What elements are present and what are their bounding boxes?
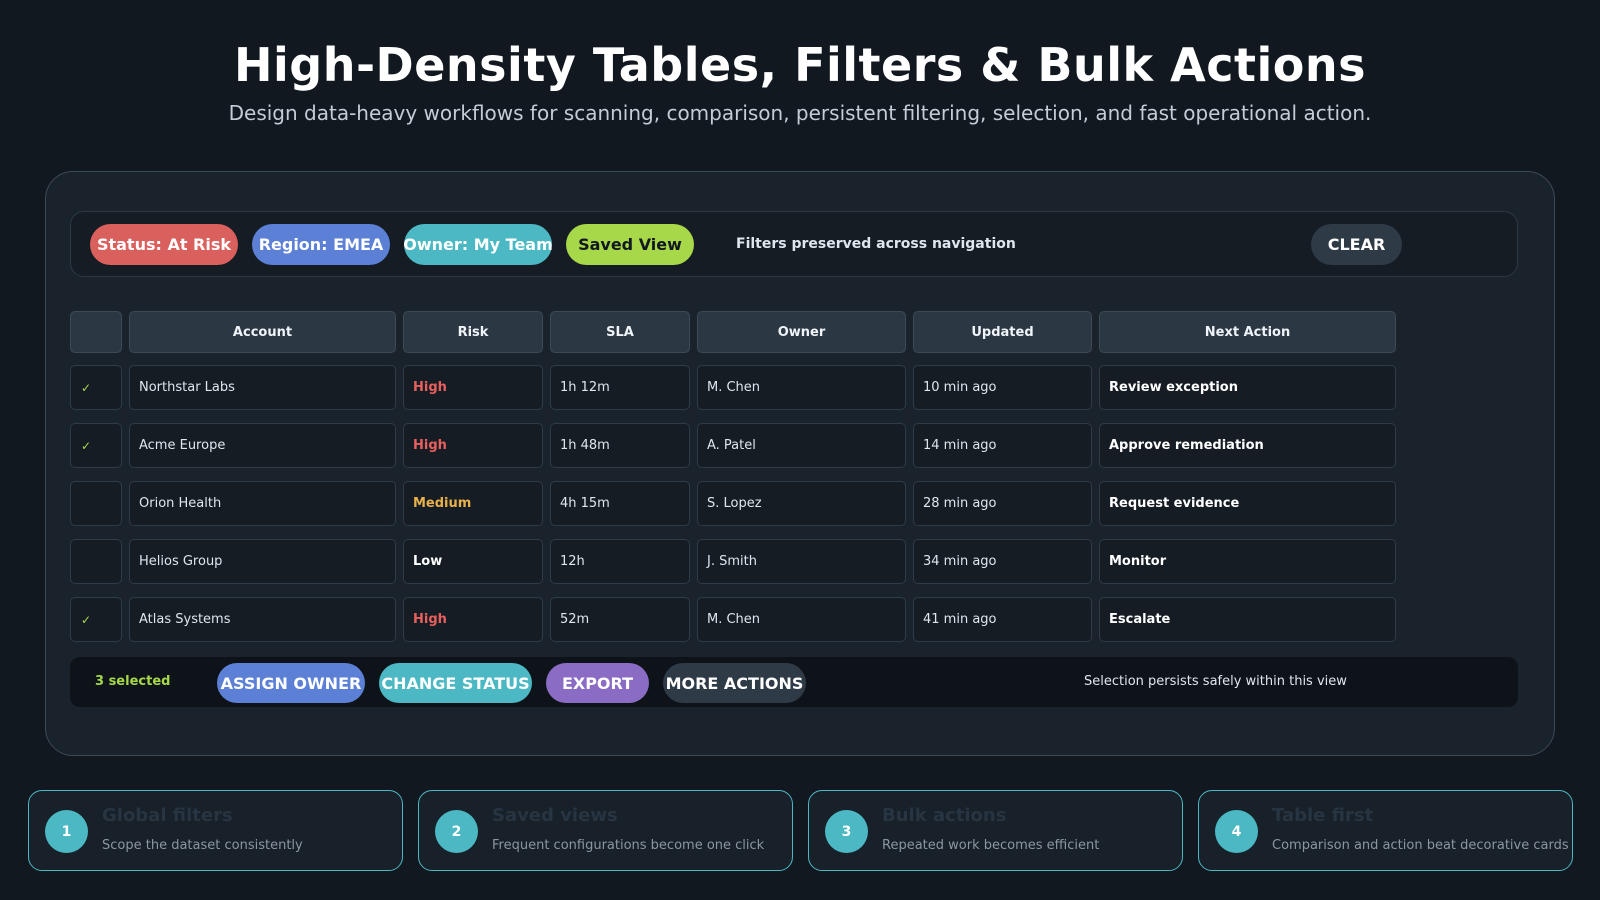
step-number: 3 xyxy=(825,810,868,853)
cell-account: Helios Group xyxy=(129,539,396,584)
filter-bar: Status: At Risk Region: EMEA Owner: My T… xyxy=(70,211,1518,277)
cell-account: Northstar Labs xyxy=(129,365,396,410)
cell-owner: M. Chen xyxy=(697,597,906,642)
select-all-checkbox[interactable] xyxy=(70,311,122,353)
selection-count: 3 selected xyxy=(95,674,171,689)
more-actions-button[interactable]: MORE ACTIONS xyxy=(663,663,806,703)
saved-view-chip[interactable]: Saved View xyxy=(566,224,694,265)
cell-owner: S. Lopez xyxy=(697,481,906,526)
cell-next-action[interactable]: Request evidence xyxy=(1099,481,1396,526)
cell-sla: 1h 12m xyxy=(550,365,690,410)
cell-risk: High xyxy=(403,597,543,642)
cell-account: Atlas Systems xyxy=(129,597,396,642)
cell-next-action[interactable]: Approve remediation xyxy=(1099,423,1396,468)
cell-updated: 34 min ago xyxy=(913,539,1092,584)
column-header-owner[interactable]: Owner xyxy=(697,311,906,353)
column-header-account[interactable]: Account xyxy=(129,311,396,353)
cell-sla: 4h 15m xyxy=(550,481,690,526)
cell-updated: 41 min ago xyxy=(913,597,1092,642)
step-description: Frequent configurations become one click xyxy=(492,838,765,853)
cell-owner: J. Smith xyxy=(697,539,906,584)
bulk-action-bar: 3 selected ASSIGN OWNER CHANGE STATUS EX… xyxy=(70,657,1518,707)
row-checkbox[interactable]: ✓ xyxy=(70,597,122,642)
column-header-updated[interactable]: Updated xyxy=(913,311,1092,353)
row-checkbox[interactable]: ✓ xyxy=(70,365,122,410)
cell-updated: 14 min ago xyxy=(913,423,1092,468)
assign-owner-button[interactable]: ASSIGN OWNER xyxy=(217,663,365,703)
step-card-saved-views: 2 Saved views Frequent configurations be… xyxy=(418,790,793,871)
cell-next-action[interactable]: Monitor xyxy=(1099,539,1396,584)
cell-sla: 1h 48m xyxy=(550,423,690,468)
cell-next-action[interactable]: Escalate xyxy=(1099,597,1396,642)
export-button[interactable]: EXPORT xyxy=(546,663,649,703)
step-card-global-filters: 1 Global filters Scope the dataset consi… xyxy=(28,790,403,871)
cell-risk: High xyxy=(403,365,543,410)
step-card-table-first: 4 Table first Comparison and action beat… xyxy=(1198,790,1573,871)
row-checkbox[interactable]: ✓ xyxy=(70,423,122,468)
cell-sla: 52m xyxy=(550,597,690,642)
step-number: 1 xyxy=(45,810,88,853)
cell-sla: 12h xyxy=(550,539,690,584)
change-status-button[interactable]: CHANGE STATUS xyxy=(379,663,532,703)
row-checkbox[interactable] xyxy=(70,481,122,526)
cell-account: Orion Health xyxy=(129,481,396,526)
cell-risk: High xyxy=(403,423,543,468)
cell-account: Acme Europe xyxy=(129,423,396,468)
column-header-sla[interactable]: SLA xyxy=(550,311,690,353)
step-title: Saved views xyxy=(492,805,618,826)
column-header-next-action[interactable]: Next Action xyxy=(1099,311,1396,353)
row-checkbox[interactable] xyxy=(70,539,122,584)
page-title: High-Density Tables, Filters & Bulk Acti… xyxy=(234,38,1366,92)
step-description: Comparison and action beat decorative ca… xyxy=(1272,838,1569,853)
step-title: Global filters xyxy=(102,805,233,826)
cell-updated: 10 min ago xyxy=(913,365,1092,410)
selection-persistence-note: Selection persists safely within this vi… xyxy=(1084,674,1347,689)
step-title: Table first xyxy=(1272,805,1374,826)
filter-chip-owner[interactable]: Owner: My Team xyxy=(403,224,553,265)
page-subtitle: Design data-heavy workflows for scanning… xyxy=(228,101,1372,125)
cell-risk: Medium xyxy=(403,481,543,526)
cell-risk: Low xyxy=(403,539,543,584)
cell-owner: M. Chen xyxy=(697,365,906,410)
step-title: Bulk actions xyxy=(882,805,1007,826)
step-description: Repeated work becomes efficient xyxy=(882,838,1100,853)
step-description: Scope the dataset consistently xyxy=(102,838,303,853)
step-number: 4 xyxy=(1215,810,1258,853)
filter-chip-status[interactable]: Status: At Risk xyxy=(90,224,238,265)
filter-persistence-note: Filters preserved across navigation xyxy=(736,236,1016,252)
step-card-bulk-actions: 3 Bulk actions Repeated work becomes eff… xyxy=(808,790,1183,871)
filter-chip-region[interactable]: Region: EMEA xyxy=(252,224,390,265)
cell-updated: 28 min ago xyxy=(913,481,1092,526)
step-number: 2 xyxy=(435,810,478,853)
cell-owner: A. Patel xyxy=(697,423,906,468)
clear-filters-button[interactable]: CLEAR xyxy=(1311,224,1402,265)
table-panel: Status: At Risk Region: EMEA Owner: My T… xyxy=(45,171,1555,756)
column-header-risk[interactable]: Risk xyxy=(403,311,543,353)
cell-next-action[interactable]: Review exception xyxy=(1099,365,1396,410)
